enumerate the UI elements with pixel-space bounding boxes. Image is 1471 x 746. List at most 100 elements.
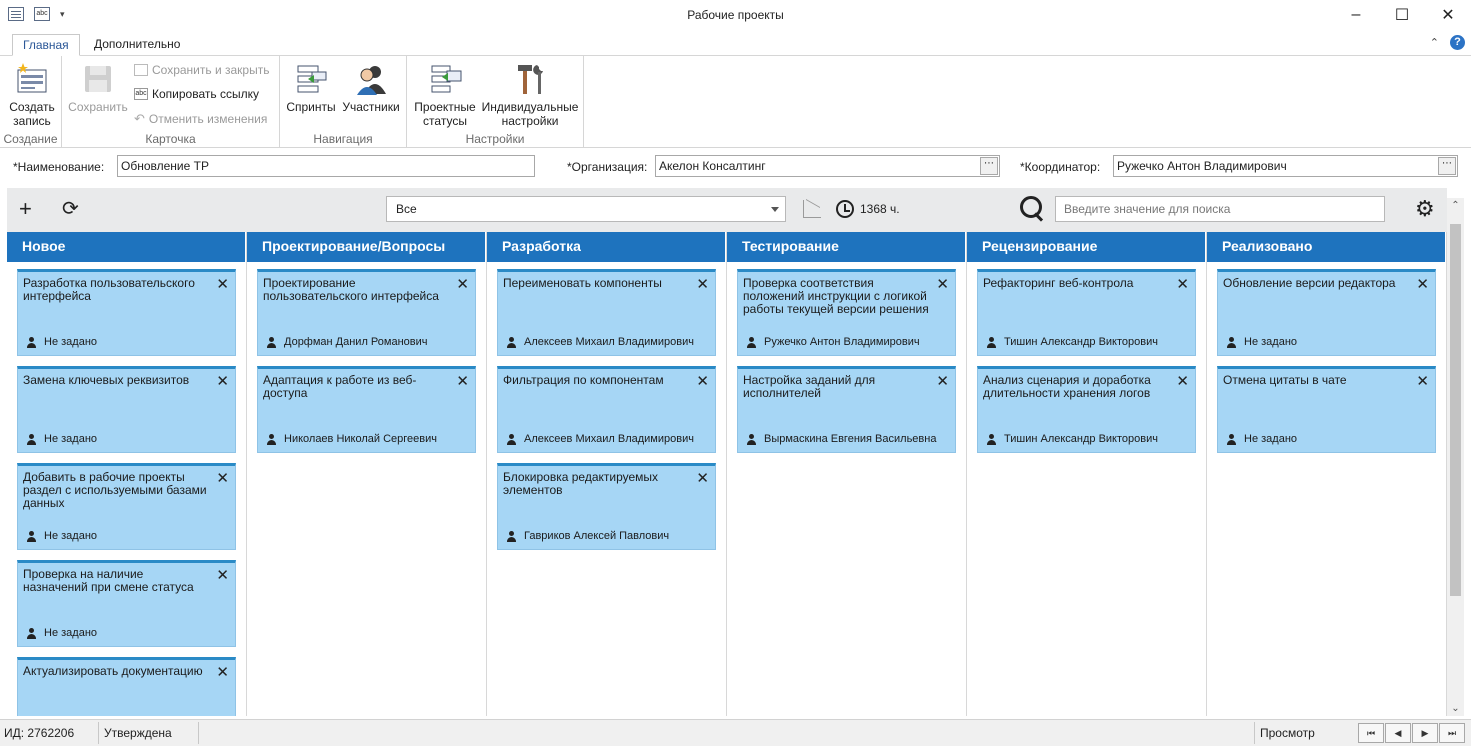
card-assignee: Дорфман Данил Романович	[266, 336, 428, 348]
card-assignee: Тишин Александр Викторович	[986, 433, 1158, 445]
participants-button[interactable]: Участники	[340, 62, 402, 114]
help-icon[interactable]: ?	[1450, 35, 1465, 50]
task-card[interactable]: Проверка на наличие назначений при смене…	[17, 560, 236, 647]
last-record-icon[interactable]: ⏭	[1439, 723, 1465, 743]
close-icon[interactable]: ✕	[936, 275, 949, 293]
user-icon	[26, 336, 37, 348]
task-card[interactable]: Блокировка редактируемых элементов ✕ Гаври…	[497, 463, 716, 550]
task-card[interactable]: Настройка заданий для исполнителей ✕ Вырма…	[737, 366, 956, 453]
close-icon[interactable]: ✕	[216, 469, 229, 487]
task-card[interactable]: Добавить в рабочие проекты раздел с испо…	[17, 463, 236, 550]
sprints-label: Спринты	[286, 100, 336, 114]
card-assignee: Ружечко Антон Владимирович	[746, 336, 920, 348]
task-card[interactable]: Обновление версии редактора ✕ Не задано	[1217, 269, 1436, 356]
collapse-ribbon-icon[interactable]: ⌃	[1430, 36, 1439, 49]
vertical-scrollbar[interactable]: ⌃ ⌄	[1447, 198, 1464, 716]
scroll-up-icon[interactable]: ⌃	[1447, 200, 1464, 211]
first-record-icon[interactable]: ⏮	[1358, 723, 1384, 743]
close-icon[interactable]: ✕	[1416, 372, 1429, 390]
individual-settings-button[interactable]: Индивидуальные настройки	[481, 62, 579, 128]
task-card[interactable]: Актуализировать документацию ✕	[17, 657, 236, 716]
assignee-name: Не задано	[1244, 433, 1298, 445]
previous-record-icon[interactable]: ◀	[1385, 723, 1411, 743]
close-icon[interactable]: ✕	[1425, 0, 1471, 30]
close-icon[interactable]: ✕	[216, 275, 229, 293]
close-icon[interactable]: ✕	[1176, 372, 1189, 390]
copy-link-button[interactable]: abc Копировать ссылку	[134, 87, 259, 101]
save-label: Сохранить	[68, 100, 128, 114]
group-label-settings: Настройки	[465, 132, 525, 146]
close-icon[interactable]: ✕	[216, 663, 229, 681]
save-button[interactable]: Сохранить	[68, 62, 128, 114]
close-icon[interactable]: ✕	[216, 566, 229, 584]
task-card[interactable]: Замена ключевых реквизитов ✕ Не задано	[17, 366, 236, 453]
status-bar: ИД: 2762206 Утверждена Просмотр ⏮ ◀ ▶ ⏭	[0, 719, 1471, 746]
column-header: Проектирование/Вопросы	[247, 232, 486, 262]
sprints-button[interactable]: Спринты	[284, 62, 338, 114]
add-icon[interactable]: +	[19, 198, 32, 220]
close-icon[interactable]: ✕	[216, 372, 229, 390]
organization-field[interactable]: Акелон Консалтинг ⋯	[655, 155, 1000, 177]
project-statuses-label: Проектные статусы	[414, 100, 476, 128]
card-title: Проверка на наличие назначений при смене…	[23, 567, 194, 594]
gear-icon[interactable]: ⚙	[1415, 198, 1435, 220]
next-record-icon[interactable]: ▶	[1412, 723, 1438, 743]
close-icon[interactable]: ✕	[936, 372, 949, 390]
undo-changes-button[interactable]: ↶ Отменить изменения	[134, 111, 267, 127]
organization-lookup-button[interactable]: ⋯	[980, 157, 998, 175]
task-card[interactable]: Рефакторинг веб-контрола ✕ Тишин Александр…	[977, 269, 1196, 356]
assignee-name: Алексеев Михаил Владимирович	[524, 433, 694, 445]
sprints-icon	[294, 62, 328, 96]
kanban-board: + ⟳ Все 1368 ч. ⚙ Новое Разработка польз…	[7, 188, 1464, 716]
task-card[interactable]: Адаптация к работе из веб-доступа ✕ Никола…	[257, 366, 476, 453]
card-title: Настройка заданий для исполнителей	[743, 373, 876, 400]
name-field[interactable]: Обновление ТР	[117, 155, 535, 177]
save-close-button[interactable]: Сохранить и закрыть	[134, 63, 269, 77]
group-create: Создать запись Создание	[0, 56, 62, 148]
task-card[interactable]: Анализ сценария и доработка длительности…	[977, 366, 1196, 453]
assignee-name: Не задано	[44, 627, 98, 639]
coordinator-lookup-button[interactable]: ⋯	[1438, 157, 1456, 175]
task-card[interactable]: Проектирование пользовательского интерфе…	[257, 269, 476, 356]
project-statuses-button[interactable]: Проектные статусы	[411, 62, 481, 128]
minimize-icon[interactable]: –	[1333, 0, 1379, 30]
task-card[interactable]: Отмена цитаты в чате ✕ Не задано	[1217, 366, 1436, 453]
board-toolbar: + ⟳ Все 1368 ч. ⚙	[7, 188, 1447, 232]
create-record-button[interactable]: Создать запись	[6, 62, 58, 128]
close-icon[interactable]: ✕	[456, 372, 469, 390]
close-icon[interactable]: ✕	[1176, 275, 1189, 293]
task-card[interactable]: Переименовать компоненты ✕ Алексеев Михаил…	[497, 269, 716, 356]
card-title: Добавить в рабочие проекты раздел с испо…	[23, 470, 207, 510]
scroll-down-icon[interactable]: ⌄	[1447, 703, 1464, 714]
maximize-icon[interactable]: ☐	[1379, 0, 1425, 30]
title-bar: abc ▾ Рабочие проекты – ☐ ✕	[0, 0, 1471, 30]
close-icon[interactable]: ✕	[1416, 275, 1429, 293]
task-card[interactable]: Разработка пользовательского интерфейса ✕…	[17, 269, 236, 356]
card-title: Рефакторинг веб-контрола	[983, 276, 1134, 290]
close-icon[interactable]: ✕	[696, 275, 709, 293]
filter-select[interactable]: Все	[386, 196, 786, 222]
scrollbar-thumb[interactable]	[1450, 224, 1461, 596]
search-icon[interactable]	[1020, 196, 1046, 222]
task-card[interactable]: Проверка соответствия положений инструкц…	[737, 269, 956, 356]
clock-icon	[836, 200, 854, 218]
close-icon[interactable]: ✕	[456, 275, 469, 293]
tab-additional[interactable]: Дополнительно	[84, 34, 190, 56]
user-icon	[746, 433, 757, 445]
coordinator-field[interactable]: Ружечко Антон Владимирович ⋯	[1113, 155, 1458, 177]
close-icon[interactable]: ✕	[696, 469, 709, 487]
refresh-icon[interactable]: ⟳	[62, 198, 79, 220]
task-card[interactable]: Фильтрация по компонентам ✕ Алексеев Михаи…	[497, 366, 716, 453]
create-record-label: Создать запись	[9, 100, 55, 128]
assignee-name: Гавриков Алексей Павлович	[524, 530, 670, 542]
column-design-questions: Проектирование/Вопросы Проектирование по…	[247, 232, 487, 716]
copy-link-label: Копировать ссылку	[152, 87, 259, 101]
burndown-chart-icon[interactable]	[803, 200, 821, 218]
card-assignee: Алексеев Михаил Владимирович	[506, 433, 694, 445]
search-input[interactable]	[1055, 196, 1385, 222]
user-icon	[506, 336, 517, 348]
close-icon[interactable]: ✕	[696, 372, 709, 390]
assignee-name: Не задано	[44, 336, 98, 348]
tab-main[interactable]: Главная	[12, 34, 80, 56]
coordinator-value: Ружечко Антон Владимирович	[1117, 159, 1287, 173]
